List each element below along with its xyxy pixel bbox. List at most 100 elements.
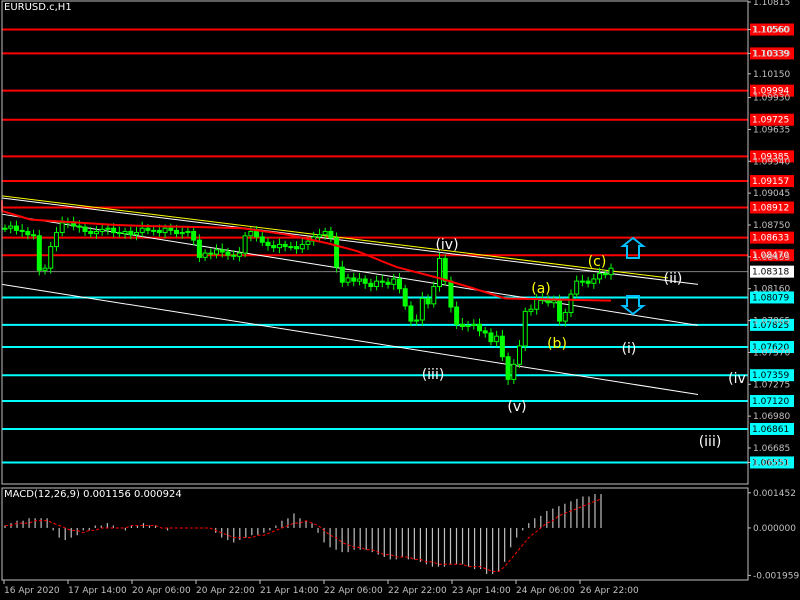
x-tick-label: 22 Apr 22:00 — [388, 586, 447, 596]
candle-body — [488, 332, 494, 343]
candle-body — [528, 308, 534, 312]
candle-body — [608, 267, 614, 276]
candle-body — [282, 243, 288, 248]
y-tick-label: 1.09930 — [753, 94, 790, 104]
candle-body — [236, 252, 242, 257]
x-tick-label: 20 Apr 22:00 — [196, 586, 255, 596]
candle-body — [465, 324, 471, 327]
candle-body — [116, 232, 122, 235]
support-price-label: 1.07120 — [752, 397, 789, 407]
candle-body — [339, 266, 345, 283]
candle-body — [299, 243, 305, 250]
candle-body — [288, 246, 294, 249]
candle-body — [322, 230, 328, 236]
y-tick-label: 1.08750 — [753, 221, 790, 231]
candle-body — [59, 222, 65, 234]
candle-body — [42, 267, 48, 271]
candle-body — [305, 240, 311, 245]
candle-body — [128, 230, 134, 236]
candle-body — [396, 278, 402, 290]
candle-body — [597, 273, 603, 280]
candle-body — [151, 229, 157, 232]
candle-body — [511, 363, 517, 380]
wave-label-yellow: (b) — [547, 336, 567, 352]
candle-body — [219, 249, 225, 253]
y-tick-label: 1.08160 — [753, 285, 790, 295]
candle-body — [391, 278, 397, 285]
moving-average-line — [0, 200, 612, 302]
macd-indicator-title: MACD(12,26,9) 0.001156 0.000924 — [4, 489, 182, 500]
candle-body — [225, 251, 231, 256]
candle-body — [334, 237, 340, 268]
y-tick-label: 1.06685 — [753, 444, 790, 454]
y-tick-label: 1.07275 — [753, 380, 790, 390]
candle-body — [179, 232, 185, 235]
candle-body — [99, 228, 105, 232]
candle-body — [419, 297, 425, 321]
candle-body — [436, 257, 442, 288]
y-tick-label: 1.10339 — [753, 49, 790, 59]
candle-body — [328, 230, 334, 239]
wave-label-white: (v) — [507, 399, 526, 415]
candle-body — [442, 257, 448, 282]
candle-body — [356, 278, 362, 282]
wave-label-white: (iii) — [422, 367, 445, 383]
x-tick-label: 17 Apr 14:00 — [68, 586, 127, 596]
candle-body — [111, 227, 117, 234]
candle-body — [168, 227, 174, 231]
support-price-label: 1.08079 — [752, 293, 789, 303]
candle-body — [294, 246, 300, 250]
candle-body — [202, 252, 208, 258]
x-tick-label: 16 Apr 2020 — [4, 586, 60, 596]
candle-body — [196, 239, 202, 258]
candle-body — [19, 229, 25, 232]
candle-body — [414, 319, 420, 322]
price-chart-canvas: 1.105601.103391.099941.097251.093851.091… — [0, 0, 799, 596]
candle-body — [591, 278, 597, 284]
candle-body — [145, 227, 151, 231]
candle-body — [522, 310, 528, 347]
candle-body — [431, 286, 437, 305]
wave-label-white: (iv — [728, 371, 746, 387]
wave-label-white: (ii) — [664, 271, 683, 287]
y-tick-label: 1.10560 — [753, 26, 790, 36]
resistance-price-label: 1.08912 — [752, 203, 789, 213]
y-tick-label: 1.09635 — [753, 125, 790, 135]
candle-body — [48, 246, 54, 269]
candle-body — [8, 225, 14, 229]
symbol-title: EURUSD.c,H1 — [4, 2, 72, 13]
candle-body — [494, 335, 500, 343]
macd-y-tick-label: 0.001452 — [753, 489, 796, 499]
candle-body — [385, 281, 391, 285]
candle-body — [505, 356, 511, 380]
x-tick-label: 21 Apr 14:00 — [260, 586, 319, 596]
x-tick-label: 22 Apr 06:00 — [324, 586, 383, 596]
candle-body — [362, 278, 368, 284]
candle-body — [105, 227, 111, 230]
candle-body — [2, 227, 8, 230]
x-tick-label: 20 Apr 06:00 — [132, 586, 191, 596]
x-tick-label: 24 Apr 06:00 — [516, 586, 575, 596]
candle-body — [242, 235, 248, 254]
candle-body — [602, 273, 608, 276]
support-price-label: 1.06861 — [752, 425, 789, 435]
y-tick-label: 1.07865 — [753, 317, 790, 327]
macd-signal-line — [5, 498, 602, 573]
y-tick-label: 1.09340 — [753, 157, 790, 167]
candle-body — [482, 330, 488, 334]
candle-body — [471, 323, 477, 326]
candle-body — [454, 306, 460, 325]
wave-label-yellow: (a) — [531, 281, 551, 297]
candle-body — [448, 280, 454, 308]
candle-body — [185, 230, 191, 234]
candle-body — [133, 232, 139, 236]
candle-body — [208, 252, 214, 255]
y-tick-label: 1.08455 — [753, 253, 790, 263]
candle-body — [265, 241, 271, 247]
candle-body — [379, 280, 385, 283]
candle-body — [551, 300, 557, 304]
candle-body — [557, 300, 563, 322]
macd-y-tick-label: -0.001959 — [753, 571, 799, 581]
candle-body — [477, 323, 483, 332]
current-price-label: 1.08318 — [752, 268, 789, 278]
